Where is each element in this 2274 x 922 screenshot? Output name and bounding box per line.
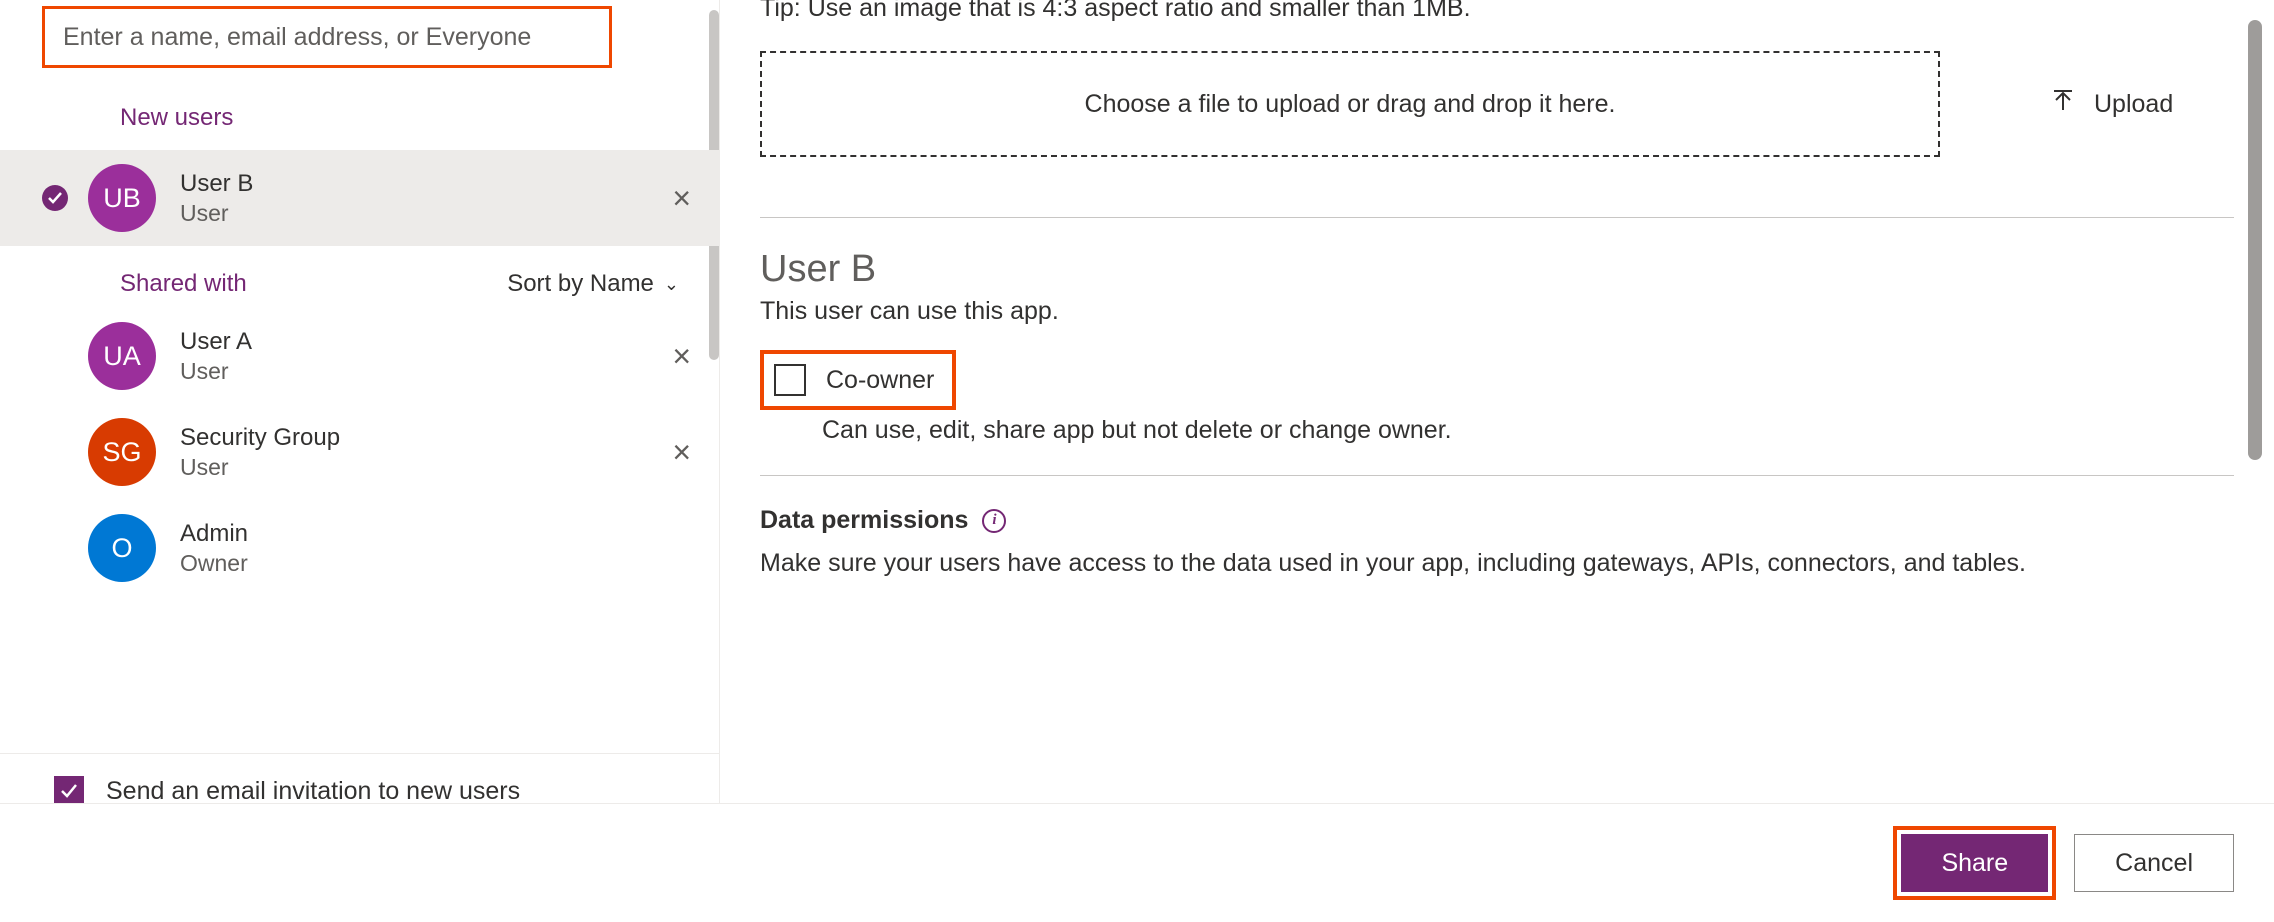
shared-user-row[interactable]: O AdminOwner <box>0 500 719 596</box>
upload-label: Upload <box>2094 90 2173 119</box>
share-button-highlight: Share <box>1893 826 2056 900</box>
avatar: UA <box>88 322 156 390</box>
upload-dropzone[interactable]: Choose a file to upload or drag and drop… <box>760 51 1940 157</box>
user-name: User B <box>180 170 253 198</box>
coowner-checkbox[interactable] <box>774 364 806 396</box>
search-input[interactable] <box>63 23 591 52</box>
sort-label: Sort by Name <box>507 270 654 298</box>
send-email-checkbox[interactable] <box>54 776 84 806</box>
shared-user-row[interactable]: SG Security GroupUser × <box>0 404 719 500</box>
upload-icon <box>2050 88 2076 121</box>
coowner-description: Can use, edit, share app but not delete … <box>822 416 2234 445</box>
user-role: Owner <box>180 550 248 577</box>
new-user-row[interactable]: UB User B User × <box>0 150 719 246</box>
send-email-label: Send an email invitation to new users <box>106 777 520 806</box>
share-button[interactable]: Share <box>1901 834 2048 892</box>
user-name: Security Group <box>180 424 340 452</box>
user-name: User A <box>180 328 252 356</box>
tip-text: Tip: Use an image that is 4:3 aspect rat… <box>760 0 2234 23</box>
footer: Share Cancel <box>0 803 2274 922</box>
remove-user-icon[interactable]: × <box>672 180 691 217</box>
avatar: UB <box>88 164 156 232</box>
new-users-header: New users <box>0 68 719 150</box>
coowner-label: Co-owner <box>826 366 934 395</box>
info-icon[interactable]: i <box>982 509 1006 533</box>
user-role: User <box>180 454 340 481</box>
shared-user-row[interactable]: UA User AUser × <box>0 308 719 404</box>
selected-check-icon <box>42 185 68 211</box>
divider <box>760 217 2234 218</box>
coowner-block[interactable]: Co-owner <box>760 350 956 410</box>
right-scrollbar[interactable] <box>2248 20 2262 460</box>
selected-user-name: User B <box>760 248 2234 291</box>
selected-user-description: This user can use this app. <box>760 297 2234 326</box>
chevron-down-icon: ⌄ <box>664 274 679 295</box>
avatar: SG <box>88 418 156 486</box>
shared-with-header: Shared with <box>120 270 247 298</box>
cancel-button[interactable]: Cancel <box>2074 834 2234 892</box>
remove-user-icon[interactable]: × <box>672 338 691 375</box>
user-role: User <box>180 200 253 227</box>
avatar: O <box>88 514 156 582</box>
right-panel: Tip: Use an image that is 4:3 aspect rat… <box>720 0 2274 824</box>
left-panel: New users UB User B User × Shared with S… <box>0 0 720 824</box>
sort-button[interactable]: Sort by Name ⌄ <box>507 270 679 298</box>
search-input-wrapper[interactable] <box>42 6 612 68</box>
remove-user-icon[interactable]: × <box>672 434 691 471</box>
data-permissions-header: Data permissions <box>760 506 968 535</box>
user-role: User <box>180 358 252 385</box>
upload-button[interactable]: Upload <box>2050 88 2173 121</box>
divider <box>760 475 2234 476</box>
user-name: Admin <box>180 520 248 548</box>
data-permissions-text: Make sure your users have access to the … <box>760 549 2234 578</box>
